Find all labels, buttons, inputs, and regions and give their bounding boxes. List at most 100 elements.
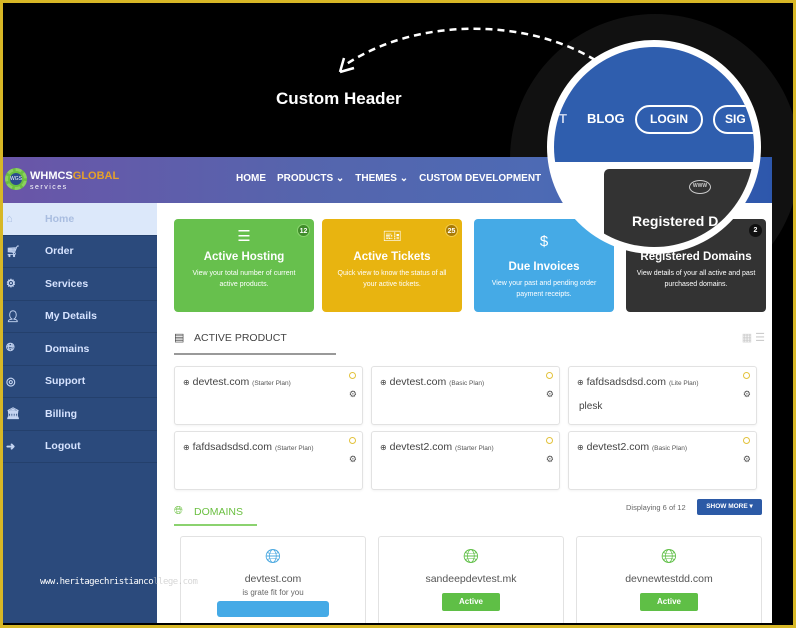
product-domain: fafdsadsdsd.com — [586, 376, 667, 388]
product-card[interactable]: ⊕ devtest2.com (Starter Plan) ⚙ — [371, 431, 560, 490]
stat-desc: View your past and pending order payment… — [491, 280, 597, 298]
domain-name: sandeepdevtest.mk — [425, 573, 517, 585]
view-toggle: ▦☰ — [742, 331, 768, 344]
ticket-icon: 🎫︎ — [382, 228, 402, 245]
product-card[interactable]: ⊕ fafdsadsdsd.com (Lite Plan) ⚙ plesk — [568, 366, 757, 425]
product-domain: devtest.com — [389, 376, 447, 388]
main-nav: HOME PRODUCTS ⌄ THEMES ⌄ CUSTOM DEVELOPM… — [236, 173, 559, 184]
info-icon — [349, 372, 356, 379]
nav-products[interactable]: PRODUCTS ⌄ — [277, 173, 344, 184]
sidebar: ⌂ Home 🛒︎ Order ⚙ Services 👤︎ My Details 🌐︎ D… — [3, 203, 157, 623]
info-icon — [546, 437, 553, 444]
stat-title: Active Tickets — [353, 251, 431, 263]
stat-title: Active Hosting — [203, 251, 285, 263]
grid-view-icon[interactable]: ▦ — [742, 332, 755, 344]
domain-action-button[interactable] — [217, 601, 329, 617]
section-title: ACTIVE PRODUCT — [194, 331, 287, 344]
product-domain: devtest2.com — [389, 441, 453, 453]
info-icon — [349, 437, 356, 444]
sidebar-item-services[interactable]: ⚙ Services — [3, 268, 157, 301]
logo[interactable]: WGS WHMCSGLOBAL services — [5, 167, 119, 191]
domains-heading: 🌐︎ DOMAINS — [174, 505, 243, 518]
domain-name: devnewtestdd.com — [625, 573, 713, 585]
globe-icon: 🌐︎ — [265, 546, 281, 568]
globe-icon: ⊕ — [380, 378, 387, 387]
watermark: www.heritagechristiancollege.com — [40, 577, 198, 587]
card-title-fragment: Registered D — [632, 213, 719, 229]
divider — [174, 524, 257, 526]
gear-icon[interactable]: ⚙ — [546, 454, 554, 465]
info-icon — [743, 372, 750, 379]
product-domain: fafdsadsdsd.com — [192, 441, 273, 453]
logo-gear-icon: WGS — [5, 168, 27, 190]
nav-custom-development[interactable]: CUSTOM DEVELOPMENT — [419, 173, 541, 184]
sidebar-item-logout[interactable]: ➜ Logout — [3, 431, 157, 463]
user-icon: 👤︎ — [6, 310, 20, 323]
nav-home[interactable]: HOME — [236, 173, 266, 184]
invoice-icon: $ — [539, 233, 549, 250]
sidebar-item-billing[interactable]: 🏛︎ Billing — [3, 398, 157, 431]
logout-icon: ➜ — [6, 440, 16, 453]
product-card[interactable]: ⊕ devtest.com (Basic Plan) ⚙ — [371, 366, 560, 425]
count-badge: 25 — [445, 224, 458, 237]
product-plan: (Starter Plan) — [252, 380, 291, 387]
domain-card[interactable]: 🌐︎ devtest.com is grate fit for you — [180, 536, 366, 623]
sidebar-item-order[interactable]: 🛒︎ Order — [3, 236, 157, 268]
product-plan: (Basic Plan) — [652, 445, 688, 452]
sidebar-item-label: Domains — [45, 342, 90, 355]
product-card[interactable]: ⊕ devtest2.com (Basic Plan) ⚙ — [568, 431, 757, 490]
product-list-icon: ▤ — [174, 332, 185, 344]
registered-domains-card-magnified: WWW Registered D — [604, 169, 754, 247]
sidebar-item-label: Support — [45, 375, 86, 388]
stat-title: Due Invoices — [508, 261, 580, 273]
gear-icon[interactable]: ⚙ — [546, 389, 554, 400]
product-plan: (Starter Plan) — [455, 445, 494, 452]
home-icon: ⌂ — [6, 212, 13, 225]
info-icon — [743, 437, 750, 444]
product-card[interactable]: ⊕ devtest.com (Starter Plan) ⚙ — [174, 366, 363, 425]
globe-icon: ⊕ — [183, 378, 190, 387]
active-product-heading: ▤ ACTIVE PRODUCT — [174, 331, 287, 345]
product-card[interactable]: ⊕ fafdsadsdsd.com (Starter Plan) ⚙ — [174, 431, 363, 490]
count-badge: 12 — [297, 224, 310, 237]
sidebar-item-label: Billing — [45, 407, 78, 420]
product-domain: devtest2.com — [586, 441, 650, 453]
main-content: 12 ☰ Active Hosting View your total numb… — [157, 203, 772, 623]
login-button[interactable]: LOGIN — [635, 105, 703, 134]
gear-icon[interactable]: ⚙ — [743, 454, 751, 465]
signup-button[interactable]: SIG — [713, 105, 754, 134]
show-more-button[interactable]: SHOW MORE ▾ — [697, 499, 762, 515]
nav-themes[interactable]: THEMES ⌄ — [355, 173, 408, 184]
sidebar-item-support[interactable]: ◎ Support — [3, 366, 157, 398]
sidebar-item-my-details[interactable]: 👤︎ My Details — [3, 301, 157, 333]
stat-desc: Quick view to know the status of all you… — [337, 270, 447, 288]
sidebar-item-home[interactable]: ⌂ Home — [3, 203, 157, 236]
domain-card[interactable]: 🌐︎ sandeepdevtest.mk Active — [378, 536, 564, 623]
globe-icon: ⊕ — [380, 443, 387, 452]
list-view-icon[interactable]: ☰ — [755, 332, 768, 344]
brand-tagline: services — [30, 184, 68, 191]
custom-header-annotation: Custom Header — [276, 89, 402, 108]
bank-icon: 🏛︎ — [6, 408, 20, 421]
sidebar-item-domains[interactable]: 🌐︎ Domains — [3, 333, 157, 366]
database-icon: ☰ — [237, 228, 251, 245]
sidebar-item-label: Home — [45, 212, 75, 225]
stat-card-active-tickets[interactable]: 25 🎫︎ Active Tickets Quick view to know … — [322, 219, 462, 312]
product-plan: (Basic Plan) — [449, 380, 485, 387]
stat-desc: View your total number of current active… — [192, 270, 296, 288]
brand-primary: WHMCS — [30, 170, 73, 182]
domain-card[interactable]: 🌐︎ devnewtestdd.com Active — [576, 536, 762, 623]
globe-icon: ⊕ — [577, 378, 584, 387]
status-badge[interactable]: Active — [442, 593, 500, 611]
status-badge[interactable]: Active — [640, 593, 698, 611]
magnifier-callout: T BLOG LOGIN SIG WWW Registered D — [547, 40, 761, 254]
stat-card-active-hosting[interactable]: 12 ☰ Active Hosting View your total numb… — [174, 219, 314, 312]
nav-blog[interactable]: BLOG — [587, 111, 625, 126]
cart-icon: 🛒︎ — [6, 245, 20, 258]
sidebar-item-label: My Details — [45, 310, 97, 323]
product-plan: (Starter Plan) — [274, 445, 314, 452]
gear-icon[interactable]: ⚙ — [349, 389, 357, 400]
gear-icon[interactable]: ⚙ — [349, 454, 357, 465]
gear-icon[interactable]: ⚙ — [743, 389, 751, 400]
brand-secondary: GLOBAL — [72, 170, 120, 182]
